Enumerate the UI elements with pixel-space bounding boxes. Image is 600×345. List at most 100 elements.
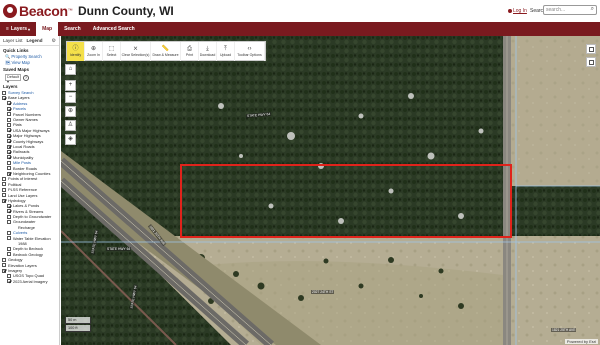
overview-map-button[interactable] bbox=[586, 57, 596, 67]
road-label: 2027 24TH ST bbox=[311, 290, 335, 294]
map-view[interactable]: ⓘ Identify ⊕ Zoom In ⬚ Select ⨯ Clear Selection… bbox=[61, 36, 600, 345]
print-icon: ⎙ bbox=[187, 46, 192, 52]
saved-maps-select[interactable]: Default ▾ bbox=[5, 74, 21, 84]
layer-checkbox[interactable] bbox=[7, 171, 11, 176]
layer-checkbox[interactable] bbox=[7, 236, 11, 241]
layer-checkbox[interactable] bbox=[7, 117, 11, 122]
toolbar-draw-measure[interactable]: 📏 Draw & Measure bbox=[151, 42, 181, 61]
scale-metric: 50 m bbox=[65, 317, 91, 324]
zoom-in-icon: ⊕ bbox=[90, 46, 97, 52]
layer-checkbox[interactable] bbox=[7, 203, 11, 208]
toolbar-print[interactable]: ⎙ Print bbox=[181, 42, 199, 61]
layers-heading: Layers bbox=[3, 84, 18, 89]
toolbar-label: Print bbox=[185, 53, 194, 57]
layer-checkbox[interactable] bbox=[7, 149, 11, 154]
toolbar-zoom-in[interactable]: ⊕ Zoom In bbox=[85, 42, 103, 61]
layer-checkbox[interactable] bbox=[7, 252, 11, 257]
layer-checkbox[interactable] bbox=[2, 96, 6, 101]
login-label: Log In bbox=[513, 8, 527, 14]
help-icon[interactable]: ? bbox=[23, 74, 29, 81]
layers-toggle-button[interactable]: ◈ bbox=[65, 134, 76, 145]
toolbar-clear-selection-s[interactable]: ⨯ Clear Selection(s) bbox=[121, 42, 151, 61]
layer-checkbox[interactable] bbox=[2, 257, 6, 262]
toolbar-download[interactable]: ⤓ Download bbox=[199, 42, 217, 61]
fullscreen-button[interactable] bbox=[586, 44, 596, 54]
toolbar-toolbar-options[interactable]: ‹› Toolbar Options bbox=[235, 42, 265, 61]
locate-button[interactable]: ⊕ bbox=[65, 106, 76, 117]
toolbar-label: Draw & Measure bbox=[152, 53, 179, 57]
nav-layers-label: Layers bbox=[10, 26, 28, 32]
layer-checkbox[interactable] bbox=[7, 160, 11, 165]
layer-checkbox[interactable] bbox=[2, 182, 6, 187]
layer-checkbox[interactable] bbox=[7, 166, 11, 171]
layer-checkbox[interactable] bbox=[7, 101, 11, 106]
layer-checkbox[interactable] bbox=[7, 214, 11, 219]
layer-checkbox[interactable] bbox=[2, 268, 6, 273]
layer-checkbox[interactable] bbox=[7, 144, 11, 149]
road-label: STATE HWY 64 bbox=[106, 247, 132, 251]
nav-layers[interactable]: ≡ Layers ▾ bbox=[0, 22, 36, 36]
tab-layer-list[interactable]: Layer List bbox=[3, 38, 23, 43]
search-input[interactable]: search... ⌕ bbox=[543, 5, 597, 15]
layer-checkbox[interactable] bbox=[7, 112, 11, 117]
ruler-icon: 📏 bbox=[161, 46, 170, 52]
layer-checkbox[interactable] bbox=[7, 209, 11, 214]
main-nav: ≡ Layers ▾ Map Search Advanced Search bbox=[0, 22, 600, 36]
layer-checkbox[interactable] bbox=[2, 90, 6, 95]
toolbar-identify[interactable]: ⓘ Identify bbox=[67, 42, 85, 61]
layer-checkbox[interactable] bbox=[2, 198, 6, 203]
fullscreen-icon bbox=[589, 47, 594, 52]
layer-checkbox[interactable] bbox=[7, 230, 11, 235]
plus-icon: + bbox=[68, 82, 73, 88]
toolbar-label: Clear Selection(s) bbox=[121, 53, 150, 57]
brand-name: Beacon bbox=[19, 3, 68, 19]
gear-icon[interactable]: ⚙ bbox=[52, 38, 56, 44]
info-icon: ⓘ bbox=[72, 46, 79, 52]
layer-checkbox[interactable] bbox=[7, 133, 11, 138]
zoom-out-button[interactable]: − bbox=[65, 92, 76, 103]
layer-checkbox[interactable] bbox=[7, 279, 11, 284]
nav-map[interactable]: Map bbox=[36, 22, 59, 36]
tab-legend[interactable]: Legend bbox=[27, 38, 43, 43]
nav-advanced-search[interactable]: Advanced Search bbox=[87, 22, 141, 36]
toolbar-label: Download bbox=[199, 53, 216, 57]
layer-row[interactable]: Water Table Elevation bbox=[0, 236, 59, 241]
locate-icon: ⊕ bbox=[67, 108, 74, 114]
layer-checkbox[interactable] bbox=[2, 176, 6, 181]
layer-row[interactable]: 2023 Aerial Imagery bbox=[0, 279, 59, 284]
beacon-logo[interactable]: Beacon ™ bbox=[3, 3, 73, 19]
login-link[interactable]: Log In bbox=[508, 8, 527, 14]
layer-checkbox[interactable] bbox=[2, 193, 6, 198]
street-view-button[interactable]: ♙ bbox=[65, 120, 76, 131]
layer-checkbox[interactable] bbox=[7, 220, 11, 225]
clear-icon: ⨯ bbox=[132, 46, 139, 52]
beacon-logo-icon bbox=[3, 4, 17, 18]
download-icon: ⤓ bbox=[206, 46, 209, 52]
toolbar-label: Zoom In bbox=[87, 53, 100, 57]
page-title: Dunn County, WI bbox=[78, 4, 174, 18]
layer-checkbox[interactable] bbox=[7, 128, 11, 133]
quick-links-heading: Quick Links bbox=[3, 48, 29, 53]
home-icon: ⌂ bbox=[68, 66, 73, 72]
layer-checkbox[interactable] bbox=[7, 247, 11, 252]
layer-checkbox[interactable] bbox=[2, 263, 6, 268]
layers-icon: ◈ bbox=[68, 136, 73, 142]
layer-checkbox[interactable] bbox=[7, 106, 11, 111]
home-button[interactable]: ⌂ bbox=[65, 64, 76, 75]
layer-checkbox[interactable] bbox=[7, 155, 11, 160]
layer-label: 2023 Aerial Imagery bbox=[13, 278, 48, 284]
toolbar-upload[interactable]: ⤒ Upload bbox=[217, 42, 235, 61]
map-toolbar: ⓘ Identify ⊕ Zoom In ⬚ Select ⨯ Clear Selection… bbox=[66, 41, 266, 61]
nav-search[interactable]: Search bbox=[58, 22, 87, 36]
toolbar-label: Identify bbox=[69, 53, 82, 57]
brand-trademark: ™ bbox=[67, 8, 73, 14]
layer-checkbox[interactable] bbox=[2, 187, 6, 192]
layer-checkbox[interactable] bbox=[7, 273, 11, 278]
app-header: Beacon ™ Dunn County, WI Log In Search s… bbox=[0, 0, 600, 22]
toolbar-select[interactable]: ⬚ Select bbox=[103, 42, 121, 61]
esri-attribution[interactable]: Powered by Esri bbox=[564, 339, 598, 344]
search-icon[interactable]: ⌕ bbox=[591, 6, 594, 13]
zoom-in-button[interactable]: + bbox=[65, 80, 76, 91]
layer-checkbox[interactable] bbox=[7, 123, 11, 128]
layer-checkbox[interactable] bbox=[7, 139, 11, 144]
